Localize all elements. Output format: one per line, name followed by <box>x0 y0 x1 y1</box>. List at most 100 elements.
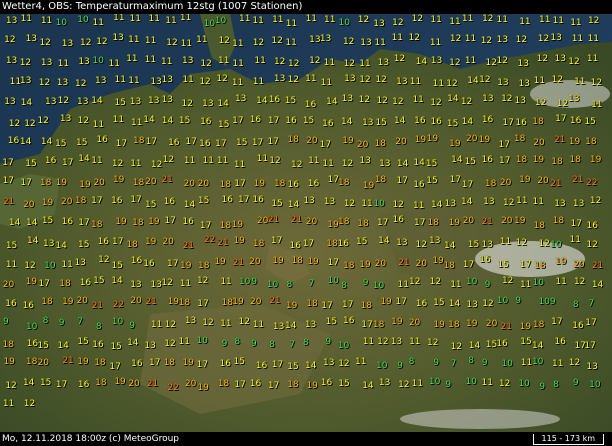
station-reading: 17 <box>145 136 158 147</box>
station-reading: 16 <box>163 197 176 208</box>
station-reading: 11 <box>449 16 461 27</box>
station-reading: 16 <box>249 114 262 125</box>
station-reading: 11 <box>409 77 422 88</box>
station-reading: 20 <box>466 134 478 145</box>
station-reading: 15 <box>425 159 438 170</box>
station-reading: 11 <box>148 13 160 24</box>
station-reading: 11 <box>252 319 265 330</box>
station-reading: 13 <box>518 79 530 90</box>
station-reading: 22 <box>112 300 125 311</box>
station-reading: 11 <box>254 56 266 67</box>
station-reading: 14 <box>451 155 463 166</box>
station-reading: 10 <box>376 361 388 372</box>
station-reading: 12 <box>24 119 36 130</box>
station-reading: 19 <box>233 236 245 247</box>
station-reading: 22 <box>585 178 598 189</box>
station-reading: 12 <box>480 36 493 47</box>
station-reading: 13 <box>373 18 385 29</box>
station-reading: 20 <box>306 135 318 146</box>
station-reading: 17 <box>251 137 264 148</box>
station-reading: 12 <box>568 358 581 369</box>
station-reading: 15 <box>233 356 245 367</box>
station-reading: 17 <box>55 379 68 390</box>
station-reading: 15 <box>426 175 438 186</box>
station-reading: 13 <box>303 195 315 206</box>
station-reading: 13 <box>379 158 391 169</box>
station-reading: 20 <box>184 378 197 389</box>
station-reading: 19 <box>532 155 545 166</box>
station-reading: 12 <box>482 13 494 24</box>
station-reading: 19 <box>253 179 266 190</box>
station-reading: 10 <box>55 18 68 29</box>
station-reading: 15 <box>271 198 283 209</box>
station-reading: 16 <box>182 217 194 228</box>
station-reading: 14 <box>19 137 32 148</box>
station-reading: 17 <box>519 259 532 270</box>
map-title: Wetter4, OBS: Temperaturmaximum 12stg (1… <box>0 0 612 14</box>
station-reading: 12 <box>408 33 420 44</box>
station-reading: 12 <box>98 255 110 266</box>
station-reading: 22 <box>167 382 179 393</box>
station-reading: 13 <box>5 16 18 27</box>
station-reading: 12 <box>216 73 228 84</box>
station-reading: 10 <box>338 17 350 28</box>
station-reading: 17 <box>462 259 475 270</box>
station-reading: 12 <box>252 38 265 49</box>
station-reading: 11 <box>232 39 244 50</box>
station-reading: 15 <box>5 241 18 252</box>
station-reading: 18 <box>132 217 144 228</box>
station-reading: 12 <box>19 57 32 68</box>
station-reading: 18 <box>534 260 546 271</box>
station-reading: 8 <box>302 338 309 349</box>
station-reading: 18 <box>59 278 71 289</box>
station-reading: 16 <box>221 195 233 206</box>
station-reading: 14 <box>362 380 374 391</box>
station-reading: 12 <box>5 380 17 391</box>
station-reading: 15 <box>520 337 532 348</box>
station-reading: 11 <box>2 399 15 410</box>
station-reading: 11 <box>496 15 508 26</box>
station-reading: 11 <box>202 156 214 167</box>
station-reading: 15 <box>76 138 88 149</box>
station-reading: 17 <box>551 316 563 327</box>
station-reading: 11 <box>374 38 386 49</box>
station-reading: 14 <box>461 196 473 207</box>
station-reading: 11 <box>570 18 582 29</box>
station-reading: 11 <box>586 53 599 64</box>
station-reading: 14 <box>111 275 123 286</box>
station-reading: 21 <box>161 175 173 186</box>
station-reading: 8 <box>408 356 415 367</box>
station-reading: 19 <box>448 218 461 229</box>
station-reading: 18 <box>338 178 350 189</box>
station-reading: 13 <box>481 239 493 250</box>
station-reading: 15 <box>144 200 157 211</box>
station-reading: 11 <box>40 16 53 27</box>
station-reading: 13 <box>514 95 526 106</box>
station-reading: 18 <box>552 216 565 227</box>
station-reading: 16 <box>249 378 262 389</box>
station-reading: 7 <box>308 278 315 289</box>
station-reading: 12 <box>77 116 90 127</box>
station-reading: 11 <box>587 33 600 44</box>
station-reading: 11 <box>320 77 333 88</box>
station-reading: 17 <box>238 195 250 206</box>
map-footer: Mo, 12.11.2018 18:00z (c) MeteoGroup <box>0 432 612 446</box>
station-reading: 13 <box>572 199 585 210</box>
station-reading: 15 <box>25 158 37 169</box>
station-reading: 20 <box>499 177 512 188</box>
station-reading: 22 <box>203 235 216 246</box>
station-reading: 18 <box>163 358 176 369</box>
station-reading: 13 <box>483 196 495 207</box>
station-reading: 11 <box>183 156 196 167</box>
station-reading: 16 <box>22 300 35 311</box>
station-reading: 15 <box>467 240 480 251</box>
station-reading: 20 <box>93 177 105 188</box>
station-reading: 19 <box>342 135 354 146</box>
station-reading: 17 <box>267 115 280 126</box>
station-reading: 13 <box>150 77 162 87</box>
station-reading: 16 <box>219 359 231 370</box>
station-reading: 14 <box>448 299 461 310</box>
station-reading: 14 <box>127 337 139 348</box>
station-reading: 20 <box>415 258 427 269</box>
station-reading: 19 <box>478 135 491 146</box>
